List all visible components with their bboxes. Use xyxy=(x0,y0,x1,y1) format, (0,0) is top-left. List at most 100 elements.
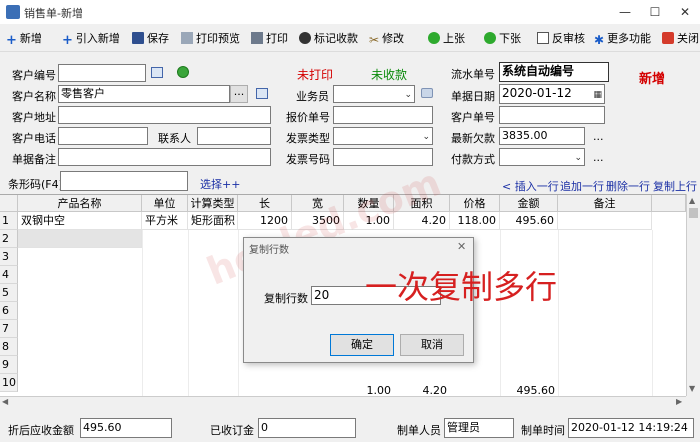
calendar-icon: ▦ xyxy=(593,90,602,100)
doc-date-picker[interactable]: 2020-01-12 ▦ xyxy=(499,84,605,104)
customer-doc-label: 客户单号 xyxy=(451,111,495,124)
serial-label: 流水单号 xyxy=(451,68,495,81)
cell-note[interactable] xyxy=(558,212,652,230)
contact-input[interactable] xyxy=(197,127,271,145)
column-header[interactable]: 价格 xyxy=(450,195,500,212)
delete-row-button[interactable]: 删除一行 xyxy=(606,178,650,194)
search-icon[interactable] xyxy=(151,67,163,78)
contact-label: 联系人 xyxy=(158,132,191,145)
column-header[interactable]: 产品名称 xyxy=(18,195,142,212)
insert-row-button[interactable]: < 插入一行 xyxy=(502,178,559,194)
mark-collect-button[interactable]: 标记收款 xyxy=(299,30,358,48)
column-header[interactable]: 计算类型 xyxy=(188,195,238,212)
scroll-left-icon[interactable]: ◀ xyxy=(2,397,8,406)
invoice-no-input[interactable] xyxy=(333,148,433,166)
prev-button[interactable]: 上张 xyxy=(428,30,465,48)
dialog-title: 复制行数 xyxy=(249,245,289,256)
app-icon xyxy=(6,5,20,19)
chevron-down-icon: ⌄ xyxy=(574,153,582,163)
pay-method-more-button[interactable]: ... xyxy=(593,151,604,164)
customer-name-picker-button[interactable]: ... xyxy=(230,85,248,103)
gear-icon: ✱ xyxy=(594,33,605,47)
scroll-right-icon[interactable]: ▶ xyxy=(676,397,682,406)
discount-input[interactable]: 495.60 xyxy=(80,418,172,438)
grid-corner xyxy=(0,195,18,212)
plus-icon: + xyxy=(6,33,17,48)
save-button[interactable]: 保存 xyxy=(132,30,169,48)
barcode-input[interactable] xyxy=(60,171,188,191)
customer-doc-input[interactable] xyxy=(499,106,605,124)
cell-product-name[interactable]: 双钢中空 xyxy=(18,212,142,230)
search-icon[interactable] xyxy=(256,88,268,99)
vertical-scrollbar[interactable]: ▲ ▼ xyxy=(686,194,700,396)
eraser-icon[interactable] xyxy=(421,88,433,98)
close-window-button[interactable]: ✕ xyxy=(670,2,700,22)
copy-row-button[interactable]: 复制上行 xyxy=(653,178,697,194)
print-preview-button[interactable]: 打印预览 xyxy=(181,30,240,48)
customer-phone-input[interactable] xyxy=(58,127,148,145)
serial-input[interactable]: 系统自动编号 xyxy=(499,62,609,82)
scroll-thumb[interactable] xyxy=(689,208,698,218)
column-header[interactable]: 备注 xyxy=(558,195,652,212)
unaudit-button[interactable]: 反审核 xyxy=(537,30,585,48)
more-functions-button[interactable]: ✱ 更多功能 xyxy=(594,30,651,48)
cell-amount[interactable]: 495.60 xyxy=(500,212,558,230)
remark-input[interactable] xyxy=(58,148,271,166)
refresh-icon[interactable] xyxy=(177,66,189,78)
chevron-down-icon: ⌄ xyxy=(422,132,430,142)
dialog-close-icon[interactable]: ✕ xyxy=(457,240,466,253)
column-header[interactable]: 单位 xyxy=(142,195,188,212)
row-number: 3 xyxy=(0,248,18,266)
cell-price[interactable]: 118.00 xyxy=(450,212,500,230)
horizontal-scrollbar[interactable]: ◀ ▶ xyxy=(0,396,686,408)
customer-code-label: 客户编号 xyxy=(12,69,56,82)
customer-name-input[interactable]: 零售客户 xyxy=(58,85,230,103)
remark-label: 单据备注 xyxy=(12,153,56,166)
new-button[interactable]: + 新增 xyxy=(6,30,42,48)
quote-no-label: 报价单号 xyxy=(286,111,330,124)
customer-address-input[interactable] xyxy=(58,106,271,124)
invoice-type-select[interactable]: ⌄ xyxy=(333,127,433,145)
cell-unit[interactable]: 平方米 xyxy=(142,212,188,230)
save-icon xyxy=(132,32,144,44)
coin-icon xyxy=(299,32,311,44)
mode-badge: 新增 xyxy=(639,72,666,87)
document-icon xyxy=(537,32,549,44)
invoice-no-label: 发票号码 xyxy=(286,153,330,166)
scroll-down-icon[interactable]: ▼ xyxy=(689,384,695,393)
close-button[interactable]: 关闭 xyxy=(662,30,699,48)
maximize-button[interactable]: ☐ xyxy=(640,2,670,22)
cell-calc-type[interactable]: 矩形面积 xyxy=(188,212,238,230)
append-row-button[interactable]: 追加一行 xyxy=(560,178,604,194)
next-button[interactable]: 下张 xyxy=(484,30,521,48)
latest-debt-more-button[interactable]: ... xyxy=(593,130,604,143)
print-button[interactable]: 打印 xyxy=(251,30,288,48)
edit-button[interactable]: ✂ 修改 xyxy=(369,30,404,48)
column-header-blank xyxy=(652,195,686,212)
import-new-button[interactable]: + 引入新增 xyxy=(62,30,120,48)
salesman-label: 业务员 xyxy=(296,90,329,103)
cell-product-name[interactable] xyxy=(18,230,142,248)
quote-no-input[interactable] xyxy=(333,106,433,124)
arrow-up-icon xyxy=(428,32,440,44)
time-input: 2020-01-12 14:19:24 xyxy=(568,418,694,438)
minimize-button[interactable]: — xyxy=(610,2,640,22)
scroll-up-icon[interactable]: ▲ xyxy=(689,196,695,205)
column-header[interactable]: 金额 xyxy=(500,195,558,212)
deposit-input[interactable]: 0 xyxy=(258,418,356,438)
copy-rows-label: 复制行数 xyxy=(264,292,308,305)
salesman-select[interactable]: ⌄ xyxy=(333,85,415,103)
row-number: 5 xyxy=(0,284,18,302)
ok-button[interactable]: 确定 xyxy=(330,334,394,356)
title-bar: 销售单-新增 — ☐ ✕ xyxy=(0,0,700,24)
arrow-down-icon xyxy=(484,32,496,44)
row-number: 2 xyxy=(0,230,18,248)
pay-method-select[interactable]: ⌄ xyxy=(499,148,585,166)
creator-input: 管理员 xyxy=(444,418,514,438)
customer-code-input[interactable] xyxy=(58,64,146,82)
select-link[interactable]: 选择++ xyxy=(200,176,240,192)
column-header[interactable]: 长 xyxy=(238,195,292,212)
deposit-label: 已收订金 xyxy=(210,424,254,437)
cancel-button[interactable]: 取消 xyxy=(400,334,464,356)
printer-icon xyxy=(251,32,263,44)
